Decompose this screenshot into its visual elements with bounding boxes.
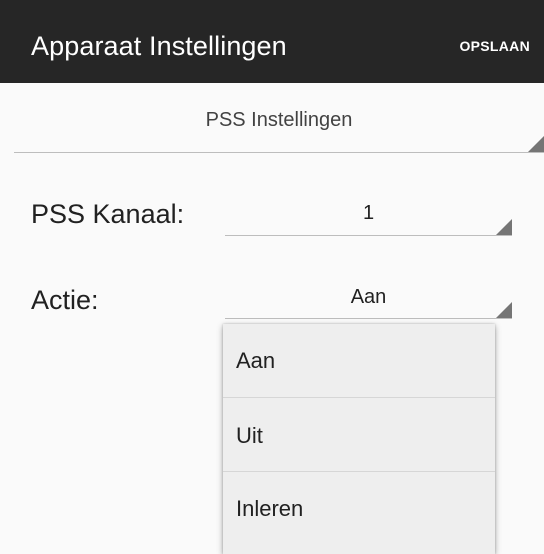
section-spinner[interactable]: PSS Instellingen xyxy=(14,96,544,153)
dropdown-option-uit[interactable]: Uit xyxy=(223,398,495,472)
dropdown-arrow-icon xyxy=(528,136,544,152)
channel-label: PSS Kanaal: xyxy=(31,199,185,229)
action-dropdown-menu: Aan Uit Inleren xyxy=(223,324,495,554)
action-spinner[interactable]: Aan xyxy=(225,285,512,319)
dropdown-arrow-icon xyxy=(496,219,512,235)
dropdown-option-label: Uit xyxy=(236,423,263,448)
section-spinner-value: PSS Instellingen xyxy=(205,109,353,131)
app-toolbar: Apparaat Instellingen OPSLAAN xyxy=(0,0,544,83)
dropdown-option-label: Inleren xyxy=(236,496,304,521)
channel-value: 1 xyxy=(362,202,375,224)
dropdown-option-inleren[interactable]: Inleren xyxy=(223,472,495,545)
channel-spinner[interactable]: 1 xyxy=(225,200,512,236)
page-title: Apparaat Instellingen xyxy=(31,31,287,61)
dropdown-arrow-icon xyxy=(496,302,512,318)
action-label: Actie: xyxy=(31,285,99,315)
dropdown-option-aan[interactable]: Aan xyxy=(223,324,495,398)
dropdown-option-label: Aan xyxy=(236,348,276,373)
action-value: Aan xyxy=(350,286,387,308)
save-button[interactable]: OPSLAAN xyxy=(459,38,530,54)
